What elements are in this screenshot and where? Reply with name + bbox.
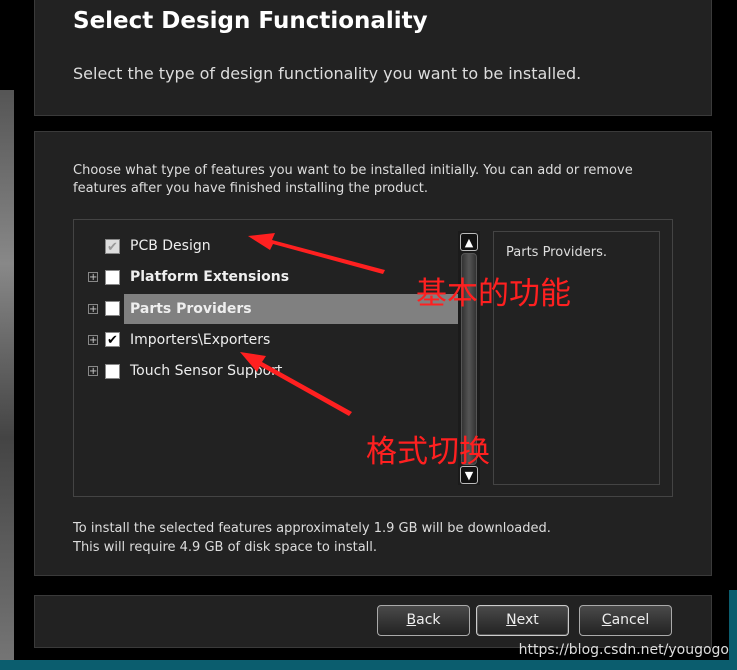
arrow-basic [248,233,385,274]
annotation-format: 格式切换 [366,434,490,470]
annotation-arrows [240,233,385,416]
arrow-format [240,352,352,416]
annotation-basic: 基本的功能 [416,276,571,312]
